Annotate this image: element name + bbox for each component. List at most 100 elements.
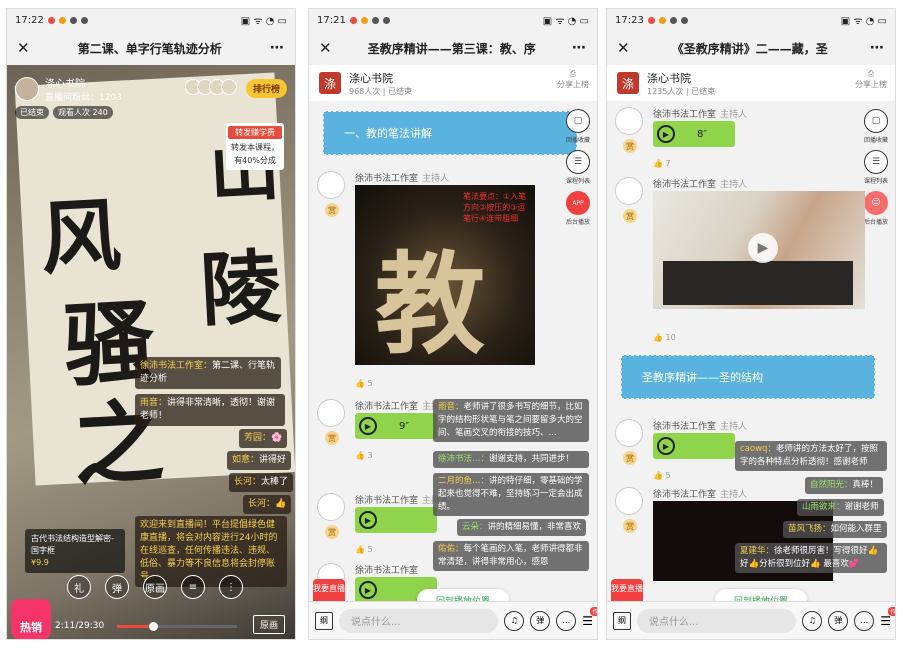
avatar — [615, 107, 643, 135]
danmaku-message: 夏建华：徐老师很厉害！写得很好👍 好👍分析很到位好👍 最喜欢💕 — [735, 543, 887, 573]
voice-message[interactable]: ▶ 8″ — [653, 121, 735, 147]
reward-icon[interactable]: 赏 — [623, 139, 637, 153]
bookmark-icon[interactable]: ▢ — [864, 109, 888, 133]
message-feed[interactable]: 一、教的笔法讲解 ▢ 回播收藏 ☰ 课程列表 APP 后台播放 赏 徐沛书法工作室 主持… — [309, 101, 597, 621]
headphone-icon[interactable]: ♫ — [504, 610, 525, 631]
title-bar: ✕ 圣教序精讲——第三课：教、序 ⋯ — [309, 31, 597, 65]
original-quality-button[interactable]: 原画 — [253, 615, 286, 634]
reward-icon[interactable]: 赏 — [623, 519, 637, 533]
course-stats: 968人次 | 已结束 — [349, 86, 413, 96]
like-count[interactable]: 👍 5 — [355, 379, 373, 388]
chat-message: 徐沛书法工作室：第二课、行笔轨迹分析 — [135, 357, 281, 389]
play-icon: ▶ — [657, 125, 675, 143]
outline-button[interactable]: 纲 — [613, 611, 631, 630]
open-app-icon[interactable]: APP — [566, 191, 590, 215]
share-button[interactable]: ⎙ 分享上榜 — [855, 69, 887, 90]
danmaku-toggle[interactable]: 弹 — [828, 610, 849, 631]
close-icon[interactable]: ✕ — [17, 39, 30, 57]
danmaku-message: 自然阳光：真棒！ — [805, 477, 884, 494]
status-bar: 17:23 ▣ ᯤ ◔ ▭ — [607, 9, 895, 31]
avatar — [615, 177, 643, 205]
menu-button[interactable]: ≡ — [181, 575, 205, 599]
video-frame — [663, 261, 853, 305]
danmaku-message: caowq：老师讲的方法太好了，按照字的各种特点分析透彻！感谢老师 — [735, 441, 887, 471]
promo-body: 转发本课程，有40%分成 — [231, 143, 279, 165]
chat-message: 长河：👍 — [243, 495, 292, 514]
mascot-icon[interactable]: ☺ — [864, 191, 888, 215]
voice-message[interactable]: ▶ 9″ — [355, 413, 437, 439]
product-title: 古代书法结构造型解密-国字框 — [31, 534, 114, 555]
progress-knob[interactable] — [149, 622, 158, 631]
more-icon[interactable]: ⋯ — [572, 40, 587, 56]
org-logo: 涤 — [617, 72, 639, 94]
course-stats: 1235人次 | 已结束 — [647, 86, 716, 96]
progress-time: 2:11/29:30 — [55, 621, 105, 631]
side-actions: ▢ 回播收藏 ☰ 课程列表 APP 后台播放 — [565, 109, 591, 226]
status-bar: 17:22 ▣ ᯤ ◔ ▭ — [7, 9, 295, 31]
bookmark-icon[interactable]: ▢ — [566, 109, 590, 133]
reward-icon[interactable]: 赏 — [325, 431, 339, 445]
comment-icon[interactable]: … — [854, 610, 875, 631]
share-button[interactable]: ⎙ 分享上榜 — [557, 69, 589, 90]
more-icon[interactable]: ⋯ — [870, 40, 885, 56]
like-count[interactable]: 👍 10 — [653, 333, 676, 342]
like-count[interactable]: 👍 5 — [355, 545, 373, 554]
like-count[interactable]: 👍 7 — [653, 159, 671, 168]
more-icon[interactable]: ⋯ — [270, 40, 285, 56]
list-icon[interactable]: ☰ — [864, 150, 888, 174]
comment-input[interactable]: 说点什么... — [339, 608, 499, 633]
homework-button[interactable]: ☰作业 — [582, 606, 597, 628]
reward-icon[interactable]: 赏 — [623, 209, 637, 223]
danmaku-message: 二月的鱼…：讲的特仔细，零基础的学起来也觉得不难，坚持练习一定会出成绩。 — [433, 473, 589, 516]
status-bar: 17:21 ▣ ᯤ ◔ ▭ — [309, 9, 597, 31]
outline-button[interactable]: 纲 — [315, 611, 333, 630]
rank-button[interactable]: 排行榜 — [245, 79, 287, 98]
calligraphy-image[interactable]: 教 笔法要点：①入笔方向②按压的③运笔行④连带粗细 — [355, 185, 535, 369]
quality-button[interactable]: 原画 — [143, 575, 167, 599]
hot-sale-button[interactable]: 热销 — [11, 599, 51, 639]
danmaku-message: 徐沛书法…：谢谢支持，共同进步！ — [433, 451, 589, 468]
like-count[interactable]: 👍 3 — [355, 451, 373, 460]
product-card[interactable]: 古代书法结构造型解密-国字框 ¥9.9 — [25, 529, 125, 573]
voice-message[interactable]: ▶ — [653, 433, 735, 459]
video-message[interactable]: ▶ — [653, 191, 865, 309]
share-icon: ⎙ — [867, 69, 875, 78]
promo-head: 转发赚学费 — [228, 126, 282, 139]
headphone-icon[interactable]: ♫ — [802, 610, 823, 631]
calligraphy-char: 陵 — [198, 239, 284, 338]
voice-message[interactable]: ▶ — [355, 507, 437, 533]
host-info[interactable]: 涤心书院 直播间粉丝：1203 — [15, 75, 122, 103]
reward-icon[interactable]: 赏 — [623, 451, 637, 465]
page-title: 《圣教序精讲》二——藏，圣 — [671, 41, 828, 56]
fan-avatars[interactable] — [185, 79, 237, 95]
page-title: 圣教序精讲——第三课：教、序 — [367, 41, 536, 56]
close-icon[interactable]: ✕ — [319, 39, 332, 57]
message-feed[interactable]: ▢ 回播收藏 ☰ 课程列表 ☺ 后台播放 赏 徐沛书法工作室 主持人 ▶ 8″ 👍 7 赏… — [607, 101, 895, 621]
host-name: 涤心书院 — [45, 79, 85, 90]
list-icon[interactable]: ☰ — [566, 150, 590, 174]
promo-card[interactable]: 转发赚学费 转发本课程，有40%分成 — [226, 123, 284, 170]
danmaku-toggle[interactable]: 弹 — [530, 610, 551, 631]
play-icon: ▶ — [359, 417, 377, 435]
more-button[interactable]: ⋮ — [219, 575, 243, 599]
reward-icon[interactable]: 赏 — [325, 525, 339, 539]
live-phone-screen: 17:22 ▣ ᯤ ◔ ▭ ✕ 第二课、单字行笔轨迹分析 ⋯ 风 骚 之 山 陵… — [6, 8, 296, 640]
homework-button[interactable]: ☰作业 — [880, 606, 895, 628]
play-icon[interactable]: ▶ — [748, 233, 778, 263]
play-icon: ▶ — [359, 581, 377, 599]
clock: 17:22 — [15, 14, 44, 26]
progress-bar[interactable] — [117, 622, 237, 631]
like-count[interactable]: 👍 5 — [653, 471, 671, 480]
comment-icon[interactable]: … — [556, 610, 577, 631]
close-icon[interactable]: ✕ — [617, 39, 630, 57]
avatar — [317, 399, 345, 427]
danmaku-message: 山雨欲来：谢谢老师 — [797, 499, 884, 516]
course-header: 涤 涤心书院 968人次 | 已结束 ⎙ 分享上榜 — [309, 65, 597, 101]
danmaku-message: 云朵：讲的精细易懂，非常喜欢 — [457, 519, 587, 536]
gift-button[interactable]: 礼 — [67, 575, 91, 599]
progress-fill — [117, 625, 153, 628]
reward-icon[interactable]: 赏 — [325, 203, 339, 217]
danmaku-button[interactable]: 弹 — [105, 575, 129, 599]
comment-input[interactable]: 说点什么... — [637, 608, 797, 633]
avatar — [15, 77, 39, 101]
